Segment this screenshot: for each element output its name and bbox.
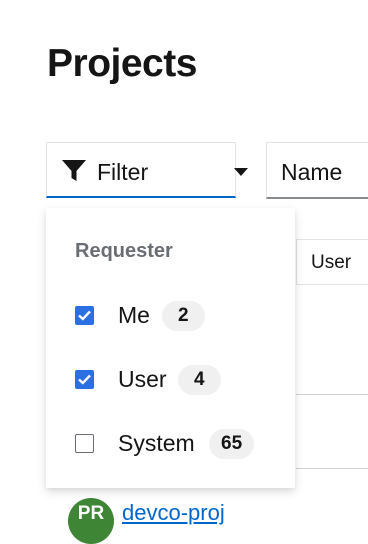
filter-toggle-button[interactable]: Filter bbox=[46, 142, 248, 198]
menu-item-me[interactable]: Me 2 bbox=[46, 290, 295, 340]
menu-item-user[interactable]: User 4 bbox=[46, 354, 295, 404]
page-title: Projects bbox=[47, 42, 197, 85]
filter-icon bbox=[62, 160, 86, 181]
row-divider bbox=[296, 468, 368, 469]
checkbox-checked[interactable] bbox=[75, 370, 94, 389]
project-link[interactable]: devco-proj bbox=[122, 500, 225, 526]
avatar: PR bbox=[68, 498, 114, 544]
menu-item-system[interactable]: System 65 bbox=[46, 418, 295, 468]
checkbox-unchecked[interactable] bbox=[75, 434, 94, 453]
requester-chip-label: User bbox=[311, 252, 352, 273]
filter-label: Filter bbox=[97, 159, 149, 185]
menu-item-label: User bbox=[118, 366, 167, 392]
attribute-select-label: Name bbox=[281, 159, 343, 185]
menu-item-label: Me bbox=[118, 302, 150, 328]
menu-item-label: System bbox=[118, 430, 195, 456]
attribute-select[interactable]: Name bbox=[266, 142, 368, 199]
caret-down-icon bbox=[234, 168, 248, 176]
count-badge: 2 bbox=[162, 301, 205, 331]
checkbox-checked[interactable] bbox=[75, 306, 94, 325]
count-badge: 65 bbox=[209, 429, 255, 459]
requester-chip: User bbox=[296, 239, 368, 285]
row-divider bbox=[296, 394, 368, 395]
count-badge: 4 bbox=[178, 365, 221, 395]
filter-menu: Requester Me 2 User 4 System 65 bbox=[46, 208, 295, 488]
menu-group-title: Requester bbox=[75, 240, 173, 262]
